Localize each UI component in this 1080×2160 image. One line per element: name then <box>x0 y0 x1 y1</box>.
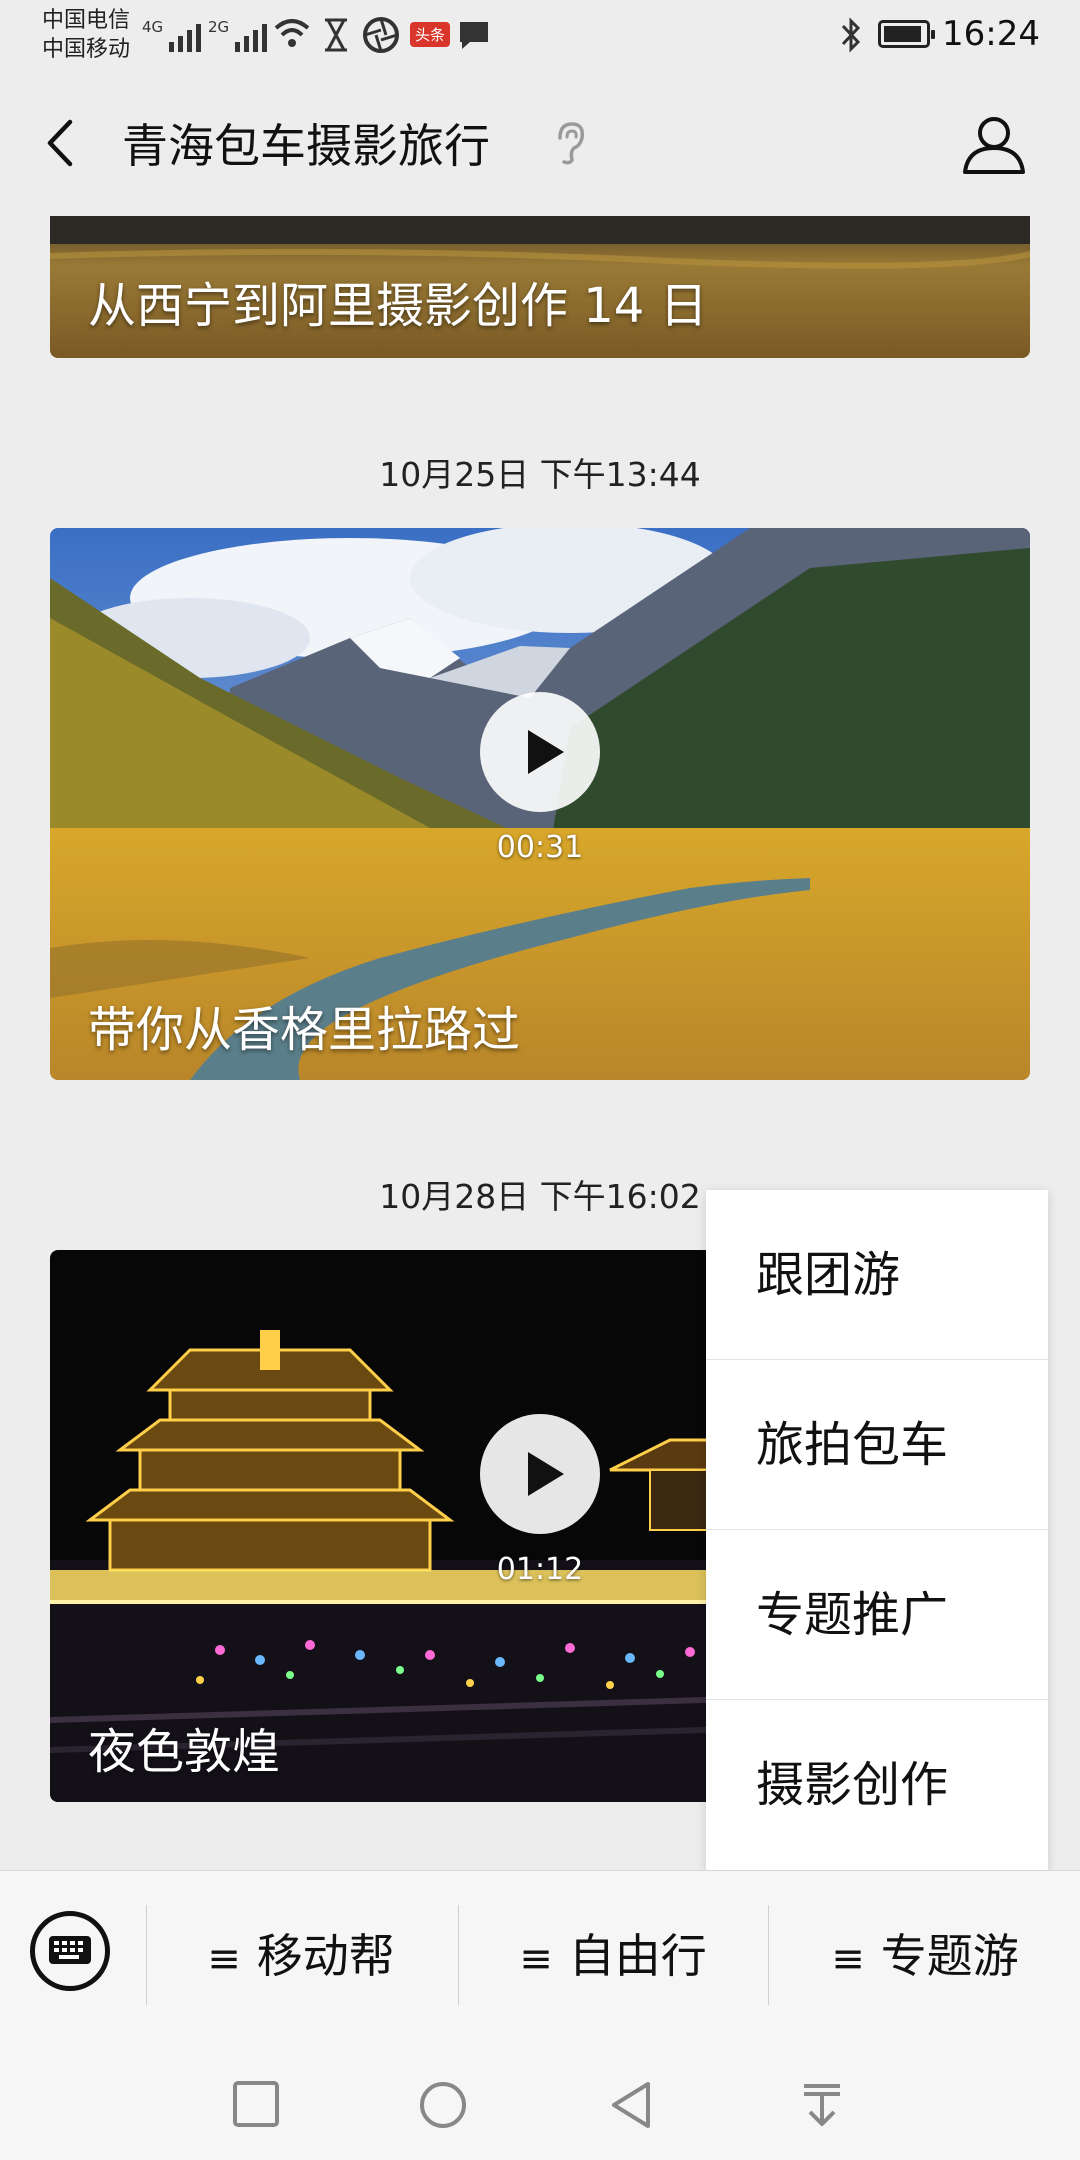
carrier-2: 中国移动 <box>42 37 131 62</box>
menu-lines-icon: ≡ <box>207 1936 241 1982</box>
card-3-caption: 夜色敦煌 <box>88 1724 281 1780</box>
menu-button-themed-tour[interactable]: ≡ 专题游 <box>770 1871 1080 2041</box>
notification-pulldown-icon[interactable] <box>800 2080 844 2130</box>
timestamp-1: 10月25日 下午13:44 <box>379 455 701 494</box>
back-triangle-icon[interactable] <box>608 2080 654 2130</box>
system-nav-bar <box>0 2040 1080 2160</box>
signal-icon-2: 2G <box>208 18 268 52</box>
profile-icon[interactable] <box>962 114 1026 176</box>
hourglass-icon <box>325 18 347 52</box>
ear-icon <box>558 122 585 165</box>
video-duration-1: 00:31 <box>496 830 584 865</box>
wifi-icon <box>274 19 310 47</box>
back-arrow-icon[interactable] <box>38 118 88 168</box>
carrier-1: 中国电信 <box>42 8 131 33</box>
clock: 16:24 <box>942 14 1040 54</box>
submenu-item-photo-creation[interactable]: 摄影创作 <box>706 1700 1048 1870</box>
home-circle-icon[interactable] <box>418 2080 468 2130</box>
carrier-labels: 中国电信 中国移动 <box>42 6 130 64</box>
play-button-1[interactable] <box>480 692 600 812</box>
news-app-icon: 头条 <box>410 22 451 47</box>
battery-icon <box>878 20 935 48</box>
submenu-item-special-promo[interactable]: 专题推广 <box>706 1530 1048 1700</box>
page-title: 青海包车摄影旅行 <box>122 119 490 173</box>
submenu-item-group-tour[interactable]: 跟团游 <box>706 1190 1048 1360</box>
status-bar: 中国电信 中国移动 4G 2G 头条 16:24 <box>0 0 1080 70</box>
menu-button-free-travel[interactable]: ≡ 自由行 <box>458 1871 768 2041</box>
play-button-2[interactable] <box>480 1414 600 1534</box>
article-card-1[interactable]: 从西宁到阿里摄影创作 14 日 <box>50 216 1030 358</box>
keyboard-keys <box>54 1941 83 1959</box>
bluetooth-icon <box>841 17 861 53</box>
official-account-menu-bar: ≡ 移动帮 ≡ 自由行 ≡ 专题游 <box>0 1870 1080 2040</box>
menu-lines-icon: ≡ <box>519 1936 553 1982</box>
chat-header: 青海包车摄影旅行 <box>0 70 1080 216</box>
signal-icon-1: 4G <box>142 18 202 52</box>
submenu-item-photo-charter[interactable]: 旅拍包车 <box>706 1360 1048 1530</box>
chat-notification-icon <box>460 22 488 49</box>
aperture-icon <box>363 17 399 53</box>
card-1-caption: 从西宁到阿里摄影创作 14 日 <box>88 278 708 334</box>
video-duration-2: 01:12 <box>496 1552 584 1587</box>
submenu-popup: 跟团游 旅拍包车 专题推广 摄影创作 <box>706 1190 1048 1870</box>
menu-lines-icon: ≡ <box>831 1936 865 1982</box>
recents-square-icon[interactable] <box>232 2080 280 2128</box>
card-2-caption: 带你从香格里拉路过 <box>88 1002 521 1058</box>
video-card-1[interactable]: 00:31 带你从香格里拉路过 <box>50 528 1030 1080</box>
keyboard-toggle-icon[interactable] <box>30 1911 110 1991</box>
menu-button-mobile-help[interactable]: ≡ 移动帮 <box>146 1871 456 2041</box>
